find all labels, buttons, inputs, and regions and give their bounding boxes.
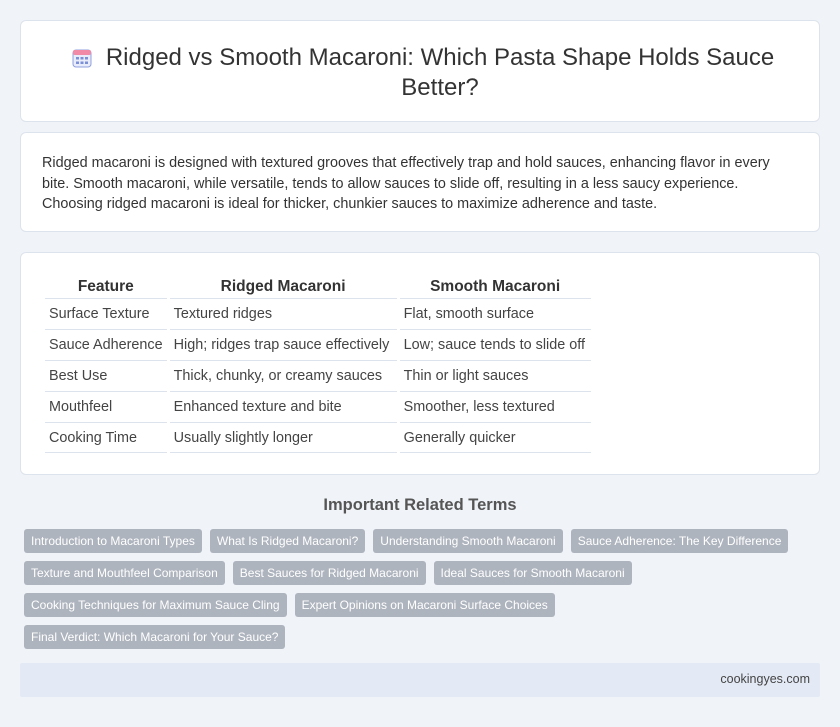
table-cell-smooth: Flat, smooth surface	[399, 298, 591, 329]
table-cell-smooth: Low; sauce tends to slide off	[399, 329, 591, 360]
intro-paragraph: Ridged macaroni is designed with texture…	[42, 155, 770, 212]
related-tag[interactable]: Cooking Techniques for Maximum Sauce Cli…	[24, 593, 287, 617]
table-cell-ridged: Enhanced texture and bite	[169, 391, 397, 422]
table-row: Surface Texture Textured ridges Flat, sm…	[45, 298, 591, 329]
title-card: Ridged vs Smooth Macaroni: Which Pasta S…	[20, 20, 820, 122]
related-tag[interactable]: Texture and Mouthfeel Comparison	[24, 561, 225, 585]
table-cell-feature: Cooking Time	[45, 422, 167, 453]
related-terms-list: Introduction to Macaroni Types What Is R…	[24, 529, 804, 657]
page-title: Ridged vs Smooth Macaroni: Which Pasta S…	[105, 44, 775, 101]
related-tag[interactable]: What Is Ridged Macaroni?	[209, 529, 366, 553]
related-tag[interactable]: Introduction to Macaroni Types	[24, 529, 202, 553]
table-cell-ridged: High; ridges trap sauce effectively	[169, 329, 397, 360]
related-tag[interactable]: Sauce Adherence: The Key Difference	[570, 529, 789, 553]
table-cell-ridged: Textured ridges	[169, 298, 397, 329]
table-cell-ridged: Thick, chunky, or creamy sauces	[169, 360, 397, 391]
related-tag[interactable]: Final Verdict: Which Macaroni for Your S…	[24, 625, 286, 649]
related-tag[interactable]: Best Sauces for Ridged Macaroni	[232, 561, 426, 585]
footer-bar: cookingyes.com	[20, 663, 820, 697]
column-header-ridged: Ridged Macaroni	[220, 278, 346, 295]
table-row: Best Use Thick, chunky, or creamy sauces…	[45, 360, 591, 391]
table-cell-smooth: Smoother, less textured	[399, 391, 591, 422]
related-tag[interactable]: Understanding Smooth Macaroni	[373, 529, 563, 553]
column-header-smooth: Smooth Macaroni	[430, 278, 561, 295]
table-cell-feature: Best Use	[45, 360, 167, 391]
table-header-row: Feature Ridged Macaroni Smooth Macaroni	[45, 275, 591, 298]
related-tag[interactable]: Expert Opinions on Macaroni Surface Choi…	[294, 593, 555, 617]
table-cell-ridged: Usually slightly longer	[169, 422, 397, 453]
table-cell-feature: Sauce Adherence	[45, 329, 167, 360]
table-row: Cooking Time Usually slightly longer Gen…	[45, 422, 591, 453]
table-cell-feature: Mouthfeel	[45, 391, 167, 422]
column-header-feature: Feature	[77, 278, 134, 295]
related-terms-heading: Important Related Terms	[323, 496, 517, 514]
comparison-card: Feature Ridged Macaroni Smooth Macaroni …	[20, 252, 820, 475]
table-cell-smooth: Generally quicker	[399, 422, 591, 453]
footer-site-link[interactable]: cookingyes.com	[720, 672, 810, 686]
table-cell-smooth: Thin or light sauces	[399, 360, 591, 391]
table-row: Mouthfeel Enhanced texture and bite Smoo…	[45, 391, 591, 422]
comparison-table: Feature Ridged Macaroni Smooth Macaroni …	[42, 275, 594, 453]
intro-card: Ridged macaroni is designed with texture…	[20, 132, 820, 232]
table-row: Sauce Adherence High; ridges trap sauce …	[45, 329, 591, 360]
table-cell-feature: Surface Texture	[45, 298, 167, 329]
related-tag[interactable]: Ideal Sauces for Smooth Macaroni	[433, 561, 632, 585]
